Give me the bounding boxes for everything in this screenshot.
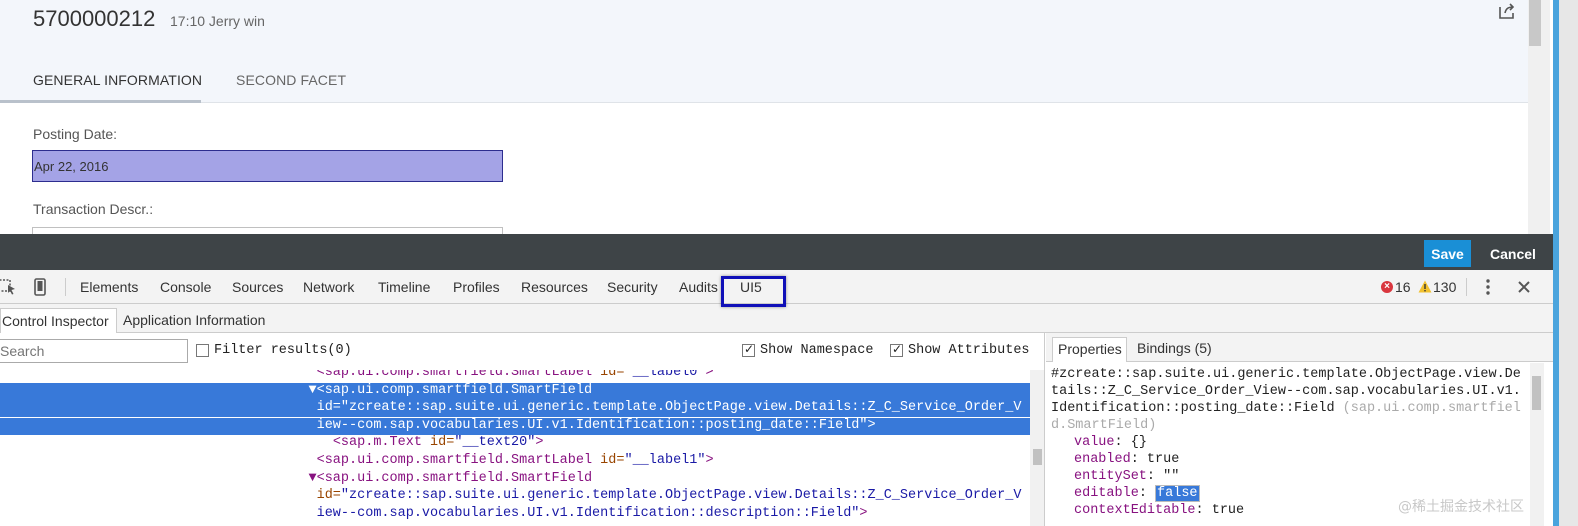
ui5-subtabs: Control Inspector Application Informatio… [0, 304, 1553, 333]
properties-tabs: Properties Bindings (5) [1046, 333, 1553, 362]
tab-console[interactable]: Console [160, 279, 211, 295]
search-input[interactable] [0, 339, 188, 363]
object-subtitle: 17:10 Jerry win [170, 13, 265, 29]
active-tab-indicator [0, 100, 201, 103]
property-separator: : [1195, 503, 1212, 518]
property-separator: : [1146, 469, 1164, 484]
cancel-button[interactable]: Cancel [1480, 240, 1546, 267]
tree-node[interactable]: ▼<sap.ui.comp.smartfield.SmartField [0, 382, 1030, 400]
tree-node[interactable]: iew--com.sap.vocabularies.UI.v1.Identifi… [0, 417, 1030, 435]
property-key: value [1074, 435, 1115, 450]
filter-results-checkbox[interactable] [196, 344, 209, 357]
tab-network[interactable]: Network [303, 279, 354, 295]
tree-node[interactable]: ▼<sap.ui.comp.smartfield.SmartField [0, 471, 1030, 488]
control-tree: <sap.ui.comp.smartfield.SmartLabel id="_… [0, 370, 1030, 526]
show-namespace-checkbox[interactable] [742, 342, 755, 357]
posting-date-field[interactable]: Apr 22, 2016 [32, 150, 503, 182]
more-options-icon[interactable] [1485, 278, 1491, 296]
object-title: 5700000212 [33, 6, 156, 31]
show-attributes-label: Show Attributes [908, 343, 1030, 358]
tree-node[interactable]: <sap.m.Text id="__text20"> [0, 435, 1030, 452]
error-count[interactable]: 16 [1395, 279, 1411, 295]
toolbar-divider [1466, 278, 1467, 296]
tree-scrollbar-thumb[interactable] [1033, 449, 1042, 465]
property-key: entitySet [1074, 469, 1147, 484]
property-row: value: {} [1051, 434, 1526, 451]
posting-date-label: Posting Date: [33, 126, 118, 142]
tab-properties[interactable]: Properties [1052, 337, 1127, 362]
window-edge-scrollbar[interactable] [1559, 0, 1578, 526]
property-row: enabled: true [1051, 451, 1526, 468]
filter-results-label: Filter results(0) [214, 343, 352, 358]
property-separator: : [1114, 435, 1131, 450]
tab-profiles[interactable]: Profiles [453, 279, 500, 295]
tab-application-information[interactable]: Application Information [123, 308, 269, 333]
property-separator: : [1130, 452, 1147, 467]
show-attributes-checkbox[interactable] [890, 342, 903, 357]
selected-control-id: #zcreate::sap.suite.ui.generic.template.… [1051, 367, 1521, 433]
control-tree-panel: Filter results(0) Show Namespace Show At… [0, 333, 1045, 526]
property-value[interactable]: {} [1131, 435, 1147, 450]
close-devtools-icon[interactable] [1516, 279, 1532, 295]
property-key: editable [1074, 486, 1139, 501]
object-header: 5700000212 17:10 Jerry win GENERAL INFOR… [0, 0, 1528, 103]
toolbar-divider [65, 278, 66, 296]
property-separator: : [1138, 486, 1156, 501]
watermark: @稀土掘金技术社区 [1398, 499, 1524, 515]
tree-node[interactable]: <sap.ui.comp.smartfield.SmartLabel id="_… [0, 370, 1030, 382]
app-scrollbar-thumb[interactable] [1529, 0, 1541, 46]
tab-resources[interactable]: Resources [521, 279, 588, 295]
property-value[interactable]: true [1212, 503, 1244, 518]
property-key: enabled [1074, 452, 1131, 467]
tree-node[interactable]: id="zcreate::sap.suite.ui.generic.templa… [0, 400, 1030, 418]
tab-security[interactable]: Security [607, 279, 658, 295]
tab-control-inspector[interactable]: Control Inspector [0, 308, 117, 333]
property-key: contextEditable [1074, 503, 1196, 518]
transaction-description-field[interactable] [32, 227, 503, 234]
tab-sources[interactable]: Sources [232, 279, 283, 295]
tree-node[interactable]: iew--com.sap.vocabularies.UI.v1.Identifi… [0, 506, 1030, 523]
tree-node[interactable]: id="zcreate::sap.suite.ui.generic.templa… [0, 488, 1030, 505]
properties-scrollbar-thumb[interactable] [1532, 376, 1541, 410]
tab-audits[interactable]: Audits [679, 279, 718, 295]
share-icon[interactable] [1497, 2, 1517, 20]
tab-bindings[interactable]: Bindings (5) [1137, 340, 1212, 356]
property-value[interactable]: true [1147, 452, 1179, 467]
warning-icon [1418, 280, 1432, 293]
save-button[interactable]: Save [1424, 240, 1471, 267]
device-mode-icon[interactable] [34, 278, 46, 296]
tab-second-facet[interactable]: SECOND FACET [236, 72, 346, 88]
error-icon: × [1381, 281, 1393, 293]
editable-value[interactable]: false [1155, 485, 1200, 502]
tab-timeline[interactable]: Timeline [378, 279, 430, 295]
devtools-panel: Elements Console Sources Network Timelin… [0, 270, 1553, 526]
transaction-description-label: Transaction Descr.: [33, 201, 154, 217]
property-row: entitySet: "" [1051, 468, 1526, 485]
tab-general-information[interactable]: GENERAL INFORMATION [33, 72, 202, 88]
fiori-object-page: 5700000212 17:10 Jerry win GENERAL INFOR… [0, 0, 1528, 234]
tab-elements[interactable]: Elements [80, 279, 138, 295]
tree-scrollbar[interactable] [1030, 370, 1044, 526]
footer-toolbar [0, 234, 1553, 270]
property-value[interactable]: "" [1163, 469, 1179, 484]
ui5-tab-highlight-box [721, 276, 786, 307]
inspect-element-icon[interactable] [0, 279, 16, 295]
show-namespace-label: Show Namespace [760, 343, 874, 358]
warning-count[interactable]: 130 [1433, 279, 1456, 295]
tree-node[interactable]: <sap.ui.comp.smartfield.SmartLabel id="_… [0, 453, 1030, 470]
